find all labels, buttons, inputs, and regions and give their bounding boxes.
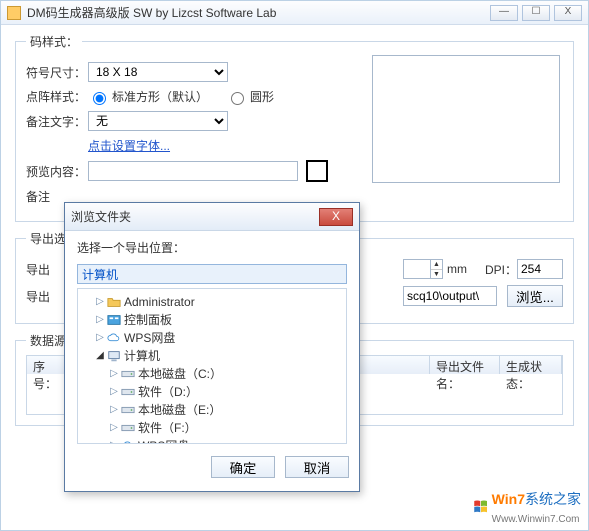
dialog-titlebar: 浏览文件夹 X [65, 203, 359, 231]
drive-icon [120, 367, 136, 381]
radio-circle-input[interactable] [231, 92, 244, 105]
computer-icon [106, 349, 122, 363]
tree-node-drive-d[interactable]: ▷ 软件（D:） [80, 383, 344, 401]
browse-button[interactable]: 浏览... [507, 285, 563, 307]
cloud-icon [106, 331, 122, 345]
dialog-title: 浏览文件夹 [71, 208, 319, 225]
col-export-name-header: 导出文件名： [430, 356, 500, 374]
preview-image-box [372, 55, 560, 183]
radio-circle-label: 圆形 [250, 88, 274, 105]
remark-text-select[interactable]: 无 [88, 111, 228, 131]
unit-mm: mm [447, 262, 467, 276]
radio-square-input[interactable] [93, 92, 106, 105]
spinner-up-icon[interactable]: ▲ [431, 260, 442, 270]
cancel-button[interactable]: 取消 [285, 456, 349, 478]
drive-icon [120, 385, 136, 399]
col-seq-header: 序号： [27, 356, 67, 374]
radio-square-label: 标准方形（默认） [112, 88, 208, 105]
watermark-brand-win7: Win7 [492, 491, 525, 507]
watermark-url: Www.Winwin7.Com [492, 514, 580, 525]
symbol-size-label: 符号尺寸： [26, 64, 88, 81]
color-swatch[interactable] [306, 160, 328, 182]
symbol-size-select[interactable]: 18 X 18 [88, 62, 228, 82]
dialog-button-row: 确定 取消 [65, 448, 359, 486]
export-path-input[interactable] [403, 286, 497, 306]
font-settings-link[interactable]: 点击设置字体... [88, 137, 170, 154]
dot-style-label: 点阵样式： [26, 88, 88, 105]
folder-icon [106, 295, 122, 309]
window-controls: — ☐ X [490, 5, 582, 21]
tree-node-drive-e[interactable]: ▷ 本地磁盘（E:） [80, 401, 344, 419]
maximize-button[interactable]: ☐ [522, 5, 550, 21]
app-icon [7, 6, 21, 20]
tree-node-drive-f[interactable]: ▷ 软件（F:） [80, 419, 344, 437]
remark-text-label: 备注文字： [26, 113, 88, 130]
tree-node-admin[interactable]: ▷ Administrator [80, 293, 344, 311]
control-panel-icon [106, 313, 122, 327]
radio-circle[interactable]: 圆形 [226, 88, 274, 105]
code-style-group: 码样式： 符号尺寸： 18 X 18 预览图： 点阵样式： 标准方形（默认） [15, 33, 574, 222]
preview-content-input[interactable] [88, 161, 298, 181]
windows-logo-icon [472, 498, 490, 516]
browse-folder-dialog: 浏览文件夹 X 选择一个导出位置： 计算机 ▷ Administrator ▷ … [64, 202, 360, 492]
watermark: Win7系统之家 Www.Winwin7.Com [472, 489, 581, 525]
tree-node-control-panel[interactable]: ▷ 控制面板 [80, 311, 344, 329]
dpi-input[interactable] [517, 259, 563, 279]
window-title: DM码生成器高级版 SW by Lizcst Software Lab [27, 4, 490, 21]
titlebar: DM码生成器高级版 SW by Lizcst Software Lab — ☐ … [1, 1, 588, 25]
code-style-legend: 码样式： [26, 33, 82, 50]
watermark-brand-text: 系统之家 [525, 491, 581, 507]
dpi-label: DPI： [485, 261, 517, 278]
drive-icon [120, 421, 136, 435]
minimize-button[interactable]: — [490, 5, 518, 21]
cloud-icon [120, 439, 136, 444]
ok-button[interactable]: 确定 [211, 456, 275, 478]
dot-style-radio-group: 标准方形（默认） 圆形 [88, 88, 274, 105]
tree-node-computer[interactable]: ◢ 计算机 [80, 347, 344, 365]
tree-node-drive-c[interactable]: ▷ 本地磁盘（C:） [80, 365, 344, 383]
dialog-prompt: 选择一个导出位置： [77, 239, 347, 256]
dialog-body: 选择一个导出位置： 计算机 ▷ Administrator ▷ 控制面板 ▷ W… [65, 231, 359, 448]
tree-node-wps2[interactable]: ▷ WPS网盘 [80, 437, 344, 444]
spinner-down-icon[interactable]: ▼ [431, 270, 442, 279]
col-status-header: 生成状态： [500, 356, 562, 374]
radio-square[interactable]: 标准方形（默认） [88, 88, 208, 105]
tree-node-wps1[interactable]: ▷ WPS网盘 [80, 329, 344, 347]
folder-tree[interactable]: ▷ Administrator ▷ 控制面板 ▷ WPS网盘 ◢ 计算机 ▷ [77, 288, 347, 444]
drive-icon [120, 403, 136, 417]
close-button[interactable]: X [554, 5, 582, 21]
dialog-close-button[interactable]: X [319, 208, 353, 226]
preview-content-label: 预览内容： [26, 163, 88, 180]
size-spinner[interactable] [403, 259, 431, 279]
dialog-path-field[interactable]: 计算机 [77, 264, 347, 284]
